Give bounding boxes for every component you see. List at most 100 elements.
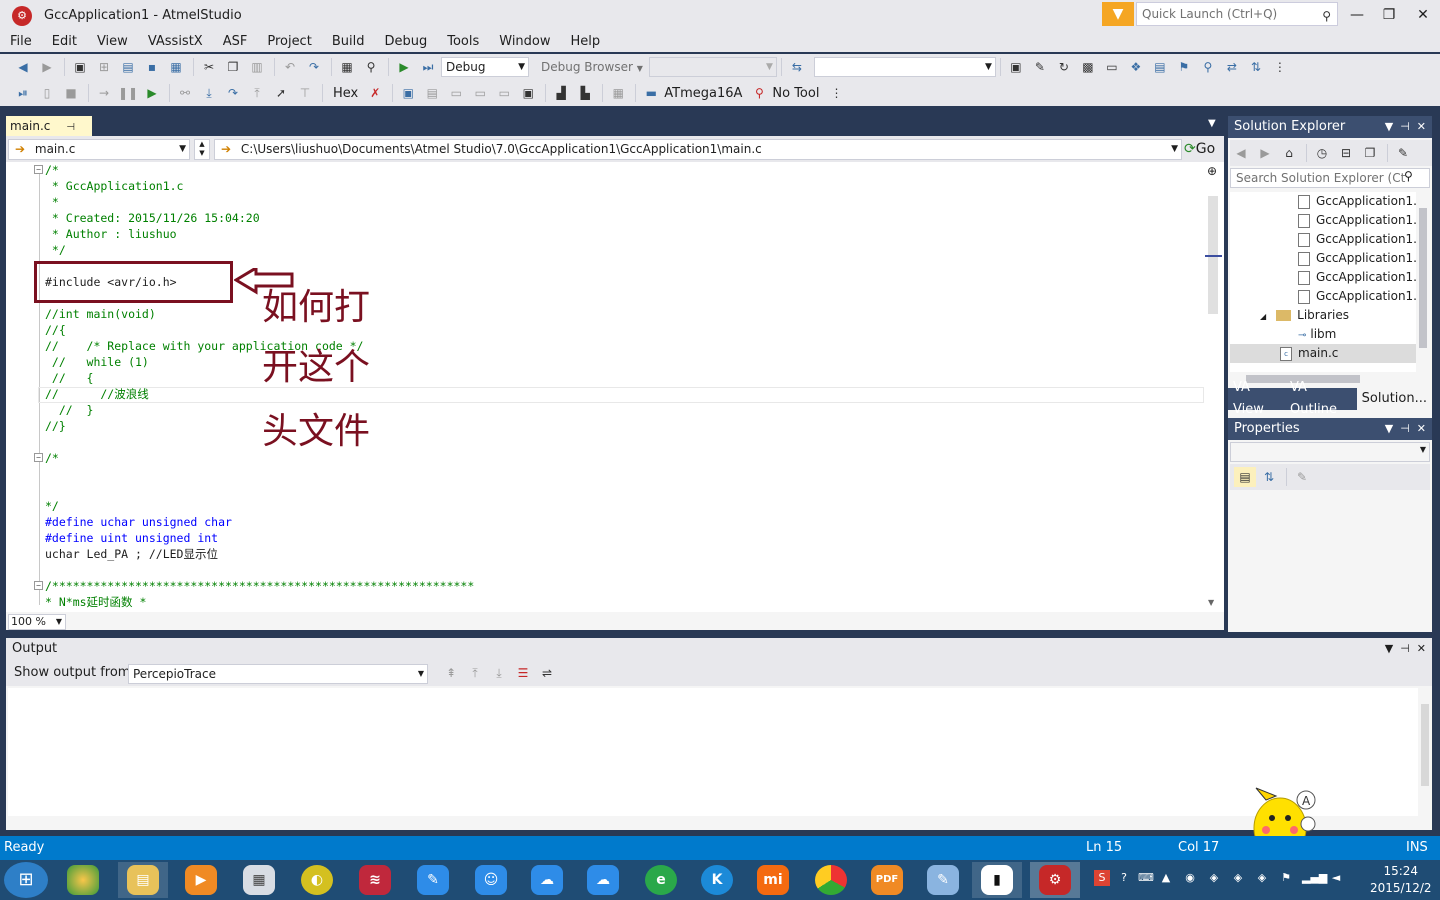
taskbar-app-chrome[interactable] — [806, 862, 856, 898]
tab-va-outline[interactable]: VA Outline — [1285, 377, 1357, 421]
io-view-icon[interactable]: ▭ — [493, 83, 515, 103]
prev-message-icon[interactable]: ⤒ — [464, 663, 486, 683]
copy-icon[interactable]: ❐ — [222, 57, 244, 77]
file-path-select[interactable]: ➔ C:\Users\liushuo\Documents\Atmel Studi… — [214, 139, 1182, 160]
taskbar-app-wifi-tool[interactable]: ≋ — [350, 862, 400, 898]
restart-icon[interactable]: ▯ — [36, 83, 58, 103]
taskbar-app-calculator[interactable]: ▦ — [234, 862, 284, 898]
history-icon[interactable]: ◷ — [1311, 143, 1333, 163]
wrench-icon[interactable]: ✎ — [1029, 57, 1051, 77]
find-icon[interactable]: ⚲ — [360, 57, 382, 77]
tray-app-icon[interactable]: ◈ — [1254, 870, 1270, 886]
taskbar-app-paint[interactable]: ✎ — [918, 862, 968, 898]
tree-item-libraries[interactable]: ◢ Libraries — [1230, 306, 1416, 325]
start-without-debugging-icon[interactable]: ⏭ — [417, 57, 439, 77]
memory-icon[interactable]: ▭ — [445, 83, 467, 103]
panel-controls[interactable]: ▼ ⊣ ✕ — [1385, 638, 1426, 660]
breakpoints-window-icon[interactable]: ▣ — [397, 83, 419, 103]
save-icon[interactable]: ▪ — [141, 57, 163, 77]
solution-configuration-select[interactable]: Debug ▼ — [441, 57, 529, 77]
refresh-icon[interactable]: ↻ — [1053, 57, 1075, 77]
va-icon-5[interactable]: ⇄ — [1221, 57, 1243, 77]
menu-vassistx[interactable]: VAssistX — [138, 32, 213, 52]
file-scope-select[interactable]: ➔ main.c ▼ — [8, 139, 190, 160]
window-list-icon[interactable]: ▤ — [421, 83, 443, 103]
menu-file[interactable]: File — [0, 32, 42, 52]
start-button[interactable]: ⊞ — [4, 862, 48, 898]
tree-item[interactable]: GccApplication1.h — [1230, 230, 1416, 249]
forward-icon[interactable]: ▶ — [36, 57, 58, 77]
panel-controls[interactable]: ▼ ⊣ ✕ — [1385, 418, 1426, 440]
stop-icon[interactable]: ■ — [60, 83, 82, 103]
tab-va-view[interactable]: VA View — [1228, 377, 1285, 421]
taskbar-app-qq[interactable]: ☺ — [466, 862, 516, 898]
split-editor-icon[interactable]: ⊕ — [1207, 164, 1217, 178]
properties-object-select[interactable]: ▼ — [1230, 442, 1430, 462]
toolbar-overflow-icon[interactable]: ⋮ — [1269, 57, 1291, 77]
back-icon[interactable]: ◀ — [1230, 143, 1252, 163]
tab-main-c[interactable]: main.c ⊣ ✕ — [6, 116, 92, 155]
collapse-icon[interactable]: − — [34, 581, 43, 590]
disable-breakpoints-icon[interactable]: ✗ — [364, 83, 386, 103]
taskbar-app-media[interactable]: ▶ — [176, 862, 226, 898]
tray-keyboard-icon[interactable]: ⌨ — [1138, 870, 1154, 886]
taskbar-app-ie[interactable]: e — [636, 862, 686, 898]
find-in-files-icon[interactable]: ⇆ — [786, 57, 808, 77]
taskbar-app-360[interactable]: ◐ — [292, 862, 342, 898]
menu-help[interactable]: Help — [561, 32, 611, 52]
continue-icon[interactable]: → — [93, 83, 115, 103]
toolbar-overflow-icon[interactable]: ⋮ — [825, 83, 847, 103]
expand-triangle-icon[interactable]: ◢ — [1260, 312, 1266, 321]
tab-solution[interactable]: Solution... — [1356, 388, 1432, 410]
tray-app-icon[interactable]: ◈ — [1206, 870, 1222, 886]
va-icon-6[interactable]: ⇅ — [1245, 57, 1267, 77]
output-text-area[interactable] — [8, 688, 1418, 816]
menu-debug[interactable]: Debug — [374, 32, 437, 52]
find-combo[interactable]: ▼ — [813, 57, 996, 77]
go-button[interactable]: ⟳Go — [1184, 139, 1222, 160]
step-out-icon[interactable]: ⤒ — [246, 83, 268, 103]
solution-config-icon[interactable]: ▦ — [336, 57, 358, 77]
hex-toggle[interactable]: Hex — [327, 86, 364, 101]
collapse-icon[interactable]: − — [34, 453, 43, 462]
debug-browser-button[interactable]: Debug Browser ▼ — [535, 60, 649, 74]
collapse-all-icon[interactable]: ⊟ — [1335, 143, 1357, 163]
pause-icon[interactable]: ❚❚ — [117, 83, 139, 103]
terminal-icon[interactable]: ▭ — [1101, 57, 1123, 77]
platform-select[interactable]: ▼ — [648, 57, 777, 77]
taskbar-app-photo[interactable]: ▮ — [972, 862, 1022, 898]
pin-icon[interactable]: ⊣ — [66, 122, 75, 133]
chip-icon[interactable]: ▩ — [1077, 57, 1099, 77]
close-button[interactable]: ✕ — [1406, 4, 1440, 26]
home-icon[interactable]: ⌂ — [1278, 143, 1300, 163]
step-into-icon[interactable]: ⤓ — [198, 83, 220, 103]
add-item-icon[interactable]: ⊞ — [93, 57, 115, 77]
tray-expand-icon[interactable]: ▲ — [1158, 870, 1174, 886]
tray-app-icon[interactable]: ◈ — [1230, 870, 1246, 886]
taskbar-app-browser[interactable] — [58, 862, 108, 898]
show-all-files-icon[interactable]: ❐ — [1359, 143, 1381, 163]
device-programming-icon[interactable]: ▣ — [1005, 57, 1027, 77]
tool-icon[interactable]: ⚲ — [748, 83, 770, 103]
property-pages-icon[interactable]: ✎ — [1291, 467, 1313, 487]
menu-build[interactable]: Build — [322, 32, 375, 52]
tab-list-dropdown-icon[interactable]: ▼ — [1208, 118, 1216, 129]
alphabetical-icon[interactable]: ⇅ — [1258, 467, 1280, 487]
output-horizontal-scrollbar[interactable] — [8, 816, 1418, 828]
scrollbar-thumb[interactable] — [1419, 208, 1427, 348]
properties-wrench-icon[interactable]: ✎ — [1392, 143, 1414, 163]
va-icon-4[interactable]: ⚲ — [1197, 57, 1219, 77]
solution-explorer-search[interactable]: Search Solution Explorer (Ct — [1230, 168, 1430, 188]
taskbar-app-atmel[interactable]: ⚙ — [1030, 862, 1080, 898]
tree-item[interactable]: GccApplication1.l — [1230, 249, 1416, 268]
clean-icon[interactable]: ▦ — [607, 83, 629, 103]
paste-icon[interactable]: ▥ — [246, 57, 268, 77]
panel-controls[interactable]: ▼ ⊣ ✕ — [1385, 116, 1426, 138]
next-message-icon[interactable]: ⤓ — [488, 663, 510, 683]
menu-edit[interactable]: Edit — [42, 32, 87, 52]
step-over-icon[interactable]: ↷ — [222, 83, 244, 103]
tray-sogou-icon[interactable]: S — [1094, 870, 1110, 886]
build-icon[interactable]: ▟ — [550, 83, 572, 103]
attach-debugger-icon[interactable]: ⏯ — [12, 83, 34, 103]
run-to-cursor-icon[interactable]: ➚ — [270, 83, 292, 103]
